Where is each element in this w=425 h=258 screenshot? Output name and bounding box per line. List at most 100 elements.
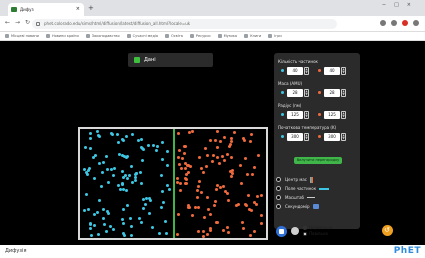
- bookmark-item[interactable]: Ресурси: [190, 32, 211, 40]
- blue-particle: [117, 183, 121, 187]
- pause-button[interactable]: [276, 225, 287, 237]
- blue-particle: [125, 135, 129, 139]
- blue-particle: [148, 212, 152, 216]
- orange-particle: [219, 185, 223, 189]
- orange-particle: [221, 229, 225, 233]
- orange-particle: [197, 155, 201, 159]
- bookmark-item[interactable]: Книги: [244, 32, 261, 40]
- new-tab-icon[interactable]: +: [88, 3, 94, 14]
- speed-slow[interactable]: Повільно: [303, 231, 332, 237]
- orange-particle: [195, 189, 199, 193]
- blue-particle-icon: [281, 135, 284, 138]
- checkbox[interactable]: [276, 204, 281, 209]
- blue-particle: [161, 141, 165, 144]
- orange-particle: [214, 187, 218, 191]
- radio-selected-icon[interactable]: [303, 226, 307, 230]
- spinner-arrows-icon[interactable]: ▲ ▼: [304, 88, 309, 97]
- blue-particle: [130, 164, 134, 168]
- bookmark-item[interactable]: Сучасні медіа: [127, 32, 158, 40]
- spinner-arrows-icon[interactable]: ▲ ▼: [341, 132, 346, 141]
- blue-particle: [85, 170, 89, 174]
- blue-particle: [121, 207, 125, 211]
- blue-particle: [111, 227, 115, 231]
- right-count-field[interactable]: 40: [324, 66, 340, 75]
- blue-particle: [89, 234, 93, 237]
- spinner-arrows-icon[interactable]: ▲ ▼: [341, 110, 346, 119]
- speed-selector: Нормально Повільно: [303, 225, 332, 237]
- bookmark-star-icon[interactable]: [380, 20, 386, 26]
- blue-particle: [140, 182, 144, 186]
- blue-particle: [111, 132, 115, 136]
- divider-wall: [173, 129, 175, 238]
- blue-particle: [88, 222, 92, 226]
- spinner-arrows-icon[interactable]: ▲ ▼: [304, 132, 309, 141]
- download-icon[interactable]: [391, 20, 397, 26]
- right-mass-field[interactable]: 28: [324, 88, 340, 97]
- bookmark-item[interactable]: Новини країни: [46, 32, 79, 40]
- blue-particle: [129, 225, 133, 229]
- spinner-arrows-icon[interactable]: ▲ ▼: [341, 88, 346, 97]
- menu-icon[interactable]: [413, 20, 419, 26]
- checkbox-checked-icon[interactable]: [134, 57, 140, 63]
- orange-particle: [190, 213, 194, 217]
- orange-particle: [243, 202, 247, 206]
- spinner-arrows-icon[interactable]: ▲ ▼: [341, 66, 346, 75]
- orange-particle: [177, 132, 181, 136]
- blue-particle: [141, 159, 145, 163]
- blue-particle: [106, 181, 110, 185]
- browser-tab[interactable]: Дифуз ×: [8, 3, 84, 16]
- window-controls[interactable]: −□×: [382, 2, 419, 8]
- spinner-arrows-icon[interactable]: ▲ ▼: [304, 66, 309, 75]
- orange-particle: [259, 193, 263, 197]
- address-bar[interactable]: phet.colorado.edu/sims/html/diffusion/la…: [32, 19, 337, 29]
- blue-particle: [129, 233, 133, 237]
- bookmark-item[interactable]: Ігри: [268, 32, 281, 40]
- phet-logo[interactable]: PhET: [394, 246, 421, 256]
- blue-particle: [112, 173, 116, 177]
- bookmark-item[interactable]: Музика: [218, 32, 238, 40]
- reset-all-button[interactable]: [382, 225, 393, 236]
- close-tab-icon[interactable]: ×: [76, 3, 80, 16]
- bookmark-item[interactable]: Освіта: [165, 32, 183, 40]
- checkbox[interactable]: [276, 195, 281, 200]
- blue-particle: [92, 176, 96, 180]
- left-mass-field[interactable]: 28: [287, 88, 303, 97]
- orange-particle: [205, 165, 209, 169]
- checkbox[interactable]: [276, 186, 281, 191]
- lock-icon: [36, 22, 40, 26]
- blue-particle: [125, 188, 129, 192]
- option-label: Центр мас: [285, 177, 307, 182]
- blue-particle: [96, 133, 100, 137]
- blue-particle: [141, 147, 145, 151]
- bookmark-item[interactable]: Законодавство: [86, 32, 120, 40]
- left-count-field[interactable]: 40: [287, 66, 303, 75]
- extension-icon[interactable]: [402, 20, 408, 26]
- right-temperature-field[interactable]: 300: [324, 132, 340, 141]
- blue-particle: [134, 171, 138, 175]
- left-temperature-field[interactable]: 300: [287, 132, 303, 141]
- blue-particle: [96, 233, 100, 237]
- option-label: Масштаб: [285, 195, 305, 200]
- orange-particle: [239, 181, 243, 185]
- step-button[interactable]: [291, 227, 299, 235]
- orange-particle: [229, 175, 233, 179]
- option-stopwatch[interactable]: Секундомір: [276, 202, 356, 211]
- spinner-arrows-icon[interactable]: ▲ ▼: [304, 110, 309, 119]
- orange-particle: [240, 221, 244, 225]
- blue-particle: [151, 226, 155, 230]
- left-radius-field[interactable]: 125: [287, 110, 303, 119]
- blue-particle: [159, 173, 163, 177]
- radio-icon[interactable]: [303, 232, 307, 236]
- option-scale[interactable]: Масштаб: [276, 193, 356, 202]
- option-center-of-mass[interactable]: Центр мас: [276, 175, 356, 184]
- orange-particle: [183, 176, 187, 180]
- data-checkbox[interactable]: Дані: [128, 53, 213, 67]
- bookmark-item[interactable]: Місцеві новини: [5, 32, 39, 40]
- checkbox[interactable]: [276, 177, 281, 182]
- orange-particle: [216, 220, 220, 224]
- remove-divider-button[interactable]: Вилучити перегородку: [294, 157, 342, 164]
- orange-particle: [207, 207, 211, 211]
- option-particle-flow[interactable]: Поле частинок: [276, 184, 356, 193]
- right-radius-field[interactable]: 125: [324, 110, 340, 119]
- navigation-buttons[interactable]: ←→↻: [5, 19, 35, 26]
